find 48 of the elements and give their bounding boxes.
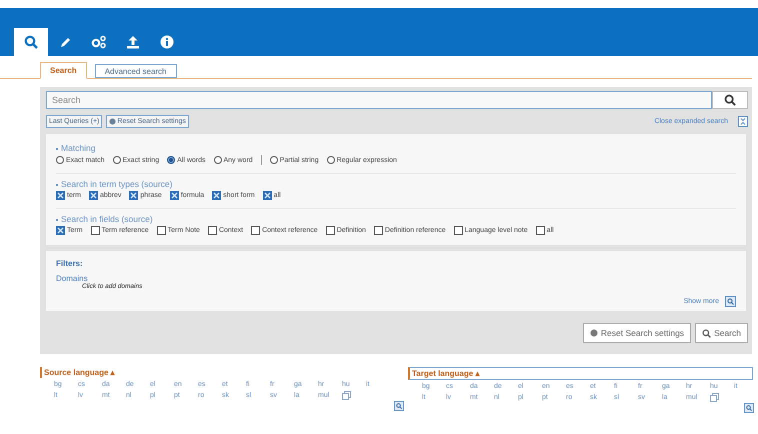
radio-button[interactable] xyxy=(270,156,278,164)
checkbox[interactable] xyxy=(89,191,98,200)
language-header[interactable]: Target language ▴ xyxy=(408,367,753,380)
radio-button[interactable] xyxy=(112,156,121,164)
search-mode-tab[interactable]: Search xyxy=(40,62,87,79)
search-tab[interactable] xyxy=(14,28,48,56)
expand-icon[interactable] xyxy=(725,296,736,307)
checkbox[interactable] xyxy=(262,191,272,200)
search-icon xyxy=(724,94,736,106)
checkbox[interactable] xyxy=(212,191,222,200)
checkbox[interactable] xyxy=(208,226,217,235)
radio-button[interactable] xyxy=(167,156,176,164)
section-title: Search in fields (source) xyxy=(56,214,736,224)
checkbox[interactable] xyxy=(536,226,545,235)
upload-icon xyxy=(126,35,140,49)
section-title: Matching xyxy=(56,143,736,153)
circle-icon xyxy=(590,329,598,337)
domains-label: Domains xyxy=(56,274,89,283)
checkbox[interactable] xyxy=(170,191,179,200)
search-button[interactable] xyxy=(712,91,748,109)
expand-icon[interactable] xyxy=(394,401,404,411)
checkbox[interactable] xyxy=(90,226,100,235)
search-icon xyxy=(702,328,712,338)
checkbox[interactable] xyxy=(56,191,65,200)
collapse-icon[interactable] xyxy=(738,116,748,127)
checkbox[interactable] xyxy=(156,226,166,235)
language-header[interactable]: Source language ▴ xyxy=(40,367,117,378)
checkbox[interactable] xyxy=(129,191,138,200)
section-title: Search in term types (source) xyxy=(56,179,736,189)
circle-icon xyxy=(109,118,116,125)
info-icon xyxy=(160,35,174,49)
search-mode-tab[interactable]: Advanced search xyxy=(94,64,177,78)
filters-title: Filters: xyxy=(56,259,84,268)
checkbox[interactable] xyxy=(251,226,260,235)
expand-icon[interactable] xyxy=(744,403,754,413)
checkbox[interactable] xyxy=(56,226,65,235)
checkbox[interactable] xyxy=(374,226,383,235)
radio-button[interactable] xyxy=(214,156,222,164)
search-icon xyxy=(24,35,38,49)
checkbox[interactable] xyxy=(454,226,463,235)
radio-button[interactable] xyxy=(326,156,335,164)
radio-button[interactable] xyxy=(56,156,64,164)
search-button[interactable]: Search xyxy=(695,323,748,343)
checkbox[interactable] xyxy=(326,226,335,235)
reset-settings-button[interactable]: Reset Search settings xyxy=(582,323,692,343)
pencil-icon xyxy=(58,36,72,48)
search-field[interactable]: Search xyxy=(46,91,712,109)
gears-icon xyxy=(91,35,107,49)
